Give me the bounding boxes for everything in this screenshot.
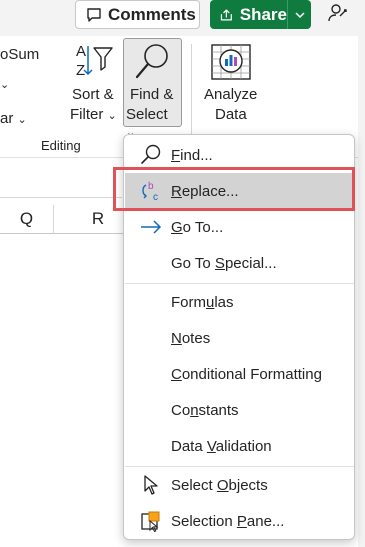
coauthor-icon[interactable] [327, 2, 349, 29]
share-dropdown-button[interactable] [288, 11, 311, 18]
editing-group-label: Editing [41, 138, 81, 153]
find-select-line1: Find & [130, 86, 174, 103]
column-header-q[interactable]: Q [0, 205, 53, 234]
selection-pane-icon [141, 511, 160, 533]
autosum-button-label[interactable]: oSum [0, 46, 39, 63]
menu-item-constants[interactable]: Constants [125, 392, 354, 428]
menu-label-goto: Go To... [171, 218, 224, 236]
comment-icon [87, 7, 101, 22]
menu-label-constants: Constants [171, 401, 239, 419]
comments-button[interactable]: Comments [75, 0, 200, 29]
cursor-icon [144, 475, 158, 495]
menu-item-notes[interactable]: Notes [125, 320, 354, 356]
sort-filter-button[interactable]: A Z Sort & Filter ⌄ [66, 40, 121, 126]
menu-label-find: Find... [171, 146, 213, 164]
menu-item-formulas[interactable]: Formulas [125, 284, 354, 320]
svg-text:A: A [76, 43, 86, 60]
share-label: Share [239, 4, 287, 24]
share-icon [220, 8, 232, 21]
chevron-down-icon[interactable]: ⌄ [0, 78, 9, 91]
sort-filter-icon: A Z [76, 43, 113, 78]
sort-filter-line1: Sort & [72, 86, 114, 103]
person-icon [328, 4, 347, 22]
clear-button-label[interactable]: ar ⌄ [0, 110, 27, 127]
menu-label-notes: Notes [171, 329, 211, 347]
ribbon-group-separator [191, 44, 192, 144]
formula-bar[interactable] [0, 168, 122, 198]
menu-label-formulas: Formulas [171, 293, 234, 311]
highlight-annotation [113, 167, 355, 211]
menu-label-selection-pane: Selection Pane... [171, 512, 285, 530]
window-edge [358, 36, 365, 547]
menu-item-goto-special[interactable]: Go To Special... [125, 245, 354, 281]
analyze-data-button[interactable]: Analyze Data [199, 40, 263, 126]
chevron-down-icon [294, 11, 305, 18]
svg-text:Z: Z [76, 62, 85, 78]
menu-item-select-objects[interactable]: Select Objects [125, 467, 354, 503]
menu-item-data-validation[interactable]: Data Validation [125, 428, 354, 464]
analyze-data-line2: Data [215, 106, 247, 123]
menu-label-select-objects: Select Objects [171, 476, 268, 494]
menu-item-goto[interactable]: Go To... [125, 209, 354, 245]
sort-filter-line2: Filter ⌄ [70, 106, 117, 123]
arrow-right-icon [141, 220, 162, 234]
comments-label: Comments [108, 4, 196, 24]
search-icon [141, 144, 161, 164]
analyze-data-icon [211, 44, 251, 80]
share-button[interactable]: Share [210, 0, 311, 29]
menu-label-data-validation: Data Validation [171, 437, 272, 455]
magnifier-icon [135, 44, 168, 79]
menu-item-selection-pane[interactable]: Selection Pane... [125, 503, 354, 539]
find-select-button[interactable]: Find & Select ⌄ [123, 38, 182, 139]
analyze-data-line1: Analyze [204, 86, 258, 103]
menu-label-conditional-formatting: Conditional Formatting [171, 365, 322, 383]
menu-label-goto-special: Go To Special... [171, 254, 277, 272]
menu-item-conditional-formatting[interactable]: Conditional Formatting [125, 356, 354, 392]
share-main[interactable]: Share [210, 0, 288, 29]
